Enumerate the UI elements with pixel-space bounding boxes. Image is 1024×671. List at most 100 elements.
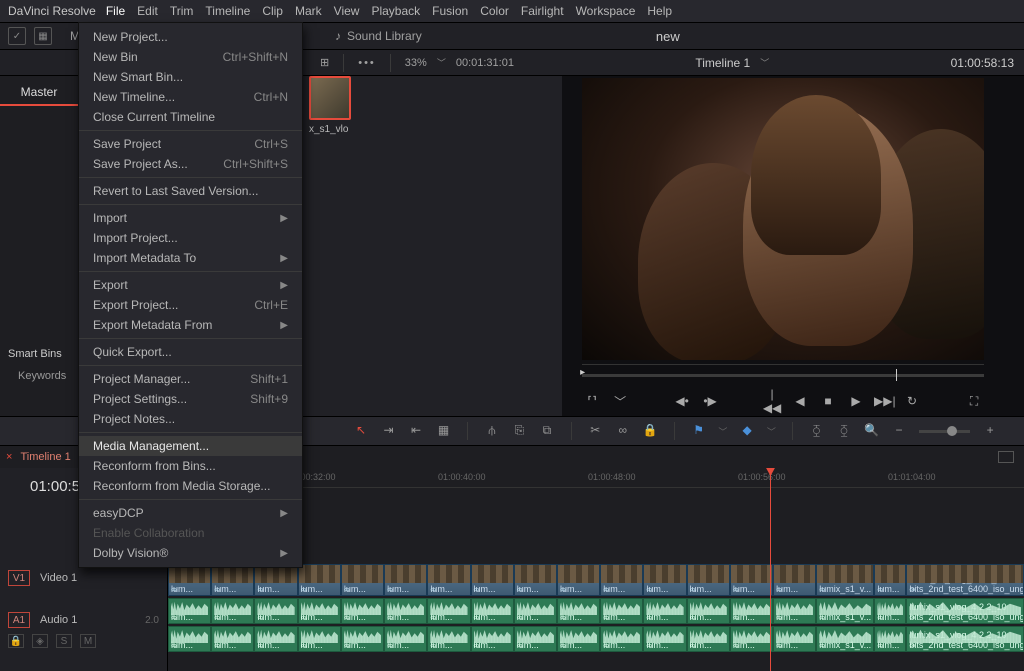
- track-eye-icon[interactable]: ◈: [32, 634, 48, 648]
- flag-icon[interactable]: ⚑: [691, 423, 707, 439]
- audio-track-header[interactable]: A1 Audio 1 2.0: [0, 606, 167, 634]
- audio-clip[interactable]: ∞ lum...: [211, 626, 254, 652]
- chevron-down-icon[interactable]: ﹀: [767, 425, 776, 438]
- clip-thumbnail[interactable]: [309, 76, 351, 120]
- menu-edit[interactable]: Edit: [137, 4, 158, 18]
- search-icon[interactable]: 🔍: [864, 423, 880, 439]
- menu-item-easydcp[interactable]: easyDCP▶: [79, 503, 302, 523]
- menu-item-export[interactable]: Export▶: [79, 275, 302, 295]
- menu-item-close-current-timeline[interactable]: Close Current Timeline: [79, 107, 302, 127]
- video-clip[interactable]: ∞ lum...: [168, 564, 211, 596]
- media-pool-icon[interactable]: ▦: [34, 27, 52, 45]
- menu-trim[interactable]: Trim: [170, 4, 194, 18]
- menu-item-new-timeline[interactable]: New Timeline...Ctrl+N: [79, 87, 302, 107]
- media-pool-content[interactable]: x_s1_vlo: [303, 76, 562, 416]
- audio-clip[interactable]: ∞ lum...: [643, 598, 686, 624]
- menu-item-export-project[interactable]: Export Project...Ctrl+E: [79, 295, 302, 315]
- loop-button[interactable]: ↻: [902, 394, 922, 408]
- audio-clip[interactable]: ∞ lumix_s1_v...: [816, 626, 874, 652]
- audio-clip[interactable]: ∞ lum...: [211, 598, 254, 624]
- viewer-image[interactable]: [582, 78, 984, 360]
- video-clip[interactable]: ∞ lum...: [557, 564, 600, 596]
- audio-clip[interactable]: ∞ lum...: [687, 626, 730, 652]
- audio-clip[interactable]: ∞ lum...: [557, 598, 600, 624]
- razor-tool-icon[interactable]: ✂: [588, 423, 604, 439]
- menu-item-dolby-vision[interactable]: Dolby Vision®▶: [79, 543, 302, 563]
- snap2-icon[interactable]: ⧲: [836, 423, 852, 439]
- menu-item-media-management[interactable]: Media Management...: [79, 436, 302, 456]
- play-button[interactable]: ▶: [846, 394, 866, 408]
- menu-item-revert-to-last-saved-version[interactable]: Revert to Last Saved Version...: [79, 181, 302, 201]
- video-clip[interactable]: ∞ lum...: [514, 564, 557, 596]
- video-clip[interactable]: ∞ lum...: [298, 564, 341, 596]
- video-clip[interactable]: ∞ lum...: [384, 564, 427, 596]
- audio-clip[interactable]: ∞ lum...: [874, 626, 906, 652]
- video-clip[interactable]: ∞ lum...: [600, 564, 643, 596]
- menu-mark[interactable]: Mark: [295, 4, 322, 18]
- match-frame-icon[interactable]: ⸢⸣: [582, 394, 602, 408]
- viewer-zoom[interactable]: 33%: [405, 57, 427, 69]
- marker-icon[interactable]: ◆: [739, 423, 755, 439]
- v1-source-tag[interactable]: V1: [8, 570, 30, 586]
- audio-clip[interactable]: ∞ lum...: [730, 626, 773, 652]
- track-lock-icon[interactable]: 🔒: [8, 634, 24, 648]
- viewer-scrubber[interactable]: ▸: [582, 364, 984, 386]
- viewer-options-icon[interactable]: •••: [358, 57, 376, 69]
- zoom-slider[interactable]: [919, 430, 971, 433]
- insert-tool-icon[interactable]: ⇥: [381, 423, 397, 439]
- viewer-timeline-name[interactable]: Timeline 1: [695, 56, 750, 70]
- audio-clip[interactable]: ∞ lum...: [773, 598, 816, 624]
- selection-tool[interactable]: ↖: [353, 423, 369, 439]
- audio-clip[interactable]: ∞ lum...: [471, 626, 514, 652]
- audio-clip[interactable]: ∞ lum...: [384, 626, 427, 652]
- menu-item-save-project[interactable]: Save ProjectCtrl+S: [79, 134, 302, 154]
- menu-item-quick-export[interactable]: Quick Export...: [79, 342, 302, 362]
- video-clip[interactable]: ∞ lum...: [211, 564, 254, 596]
- menu-fairlight[interactable]: Fairlight: [521, 4, 564, 18]
- menu-item-new-bin[interactable]: New BinCtrl+Shift+N: [79, 47, 302, 67]
- audio-clip[interactable]: ∞ lum...: [687, 598, 730, 624]
- audio-clip[interactable]: ∞ lum...: [874, 598, 906, 624]
- audio-clip[interactable]: ∞ lum...: [254, 626, 297, 652]
- menu-item-project-manager[interactable]: Project Manager...Shift+1: [79, 369, 302, 389]
- zoom-in-button[interactable]: +: [982, 423, 998, 439]
- audio-clip[interactable]: ∞ lumix_s1_vlog_4 2 2_10 bits_2nd_test_6…: [906, 598, 1024, 624]
- lock-icon[interactable]: 🔒: [643, 423, 659, 439]
- keywords-bin[interactable]: Keywords: [0, 366, 78, 386]
- menu-item-import[interactable]: Import▶: [79, 208, 302, 228]
- video-clip[interactable]: ∞ lum...: [730, 564, 773, 596]
- menu-clip[interactable]: Clip: [262, 4, 283, 18]
- link-tool-icon[interactable]: ∞: [615, 423, 631, 439]
- menu-item-export-metadata-from[interactable]: Export Metadata From▶: [79, 315, 302, 335]
- audio-clip[interactable]: ∞ lum...: [471, 598, 514, 624]
- close-timeline-button[interactable]: ×: [6, 451, 12, 463]
- video-clip[interactable]: ∞ lum...: [687, 564, 730, 596]
- menu-playback[interactable]: Playback: [371, 4, 420, 18]
- audio-clip[interactable]: ∞ lumix_s1_vlog_4 2 2_10 bits_2nd_test_6…: [906, 626, 1024, 652]
- sound-library-tab[interactable]: ♪ Sound Library: [325, 22, 432, 50]
- audio-clip[interactable]: ∞ lum...: [341, 598, 384, 624]
- last-frame-button[interactable]: ▶▶|: [874, 394, 894, 408]
- audio-clip[interactable]: ∞ lum...: [557, 626, 600, 652]
- solo-button[interactable]: S: [56, 634, 72, 648]
- menu-item-new-project[interactable]: New Project...: [79, 27, 302, 47]
- append-tool-icon[interactable]: ⫛: [484, 423, 500, 439]
- video-track-header[interactable]: V1 Video 1: [0, 564, 167, 592]
- menu-file[interactable]: File: [106, 4, 125, 18]
- audio-clip[interactable]: ∞ lum...: [298, 598, 341, 624]
- audio-clip[interactable]: ∞ lum...: [514, 626, 557, 652]
- audio-clip[interactable]: ∞ lum...: [643, 626, 686, 652]
- menu-view[interactable]: View: [334, 4, 360, 18]
- mute-button[interactable]: M: [80, 634, 96, 648]
- replace-tool-icon[interactable]: ▦: [436, 423, 452, 439]
- chevron-down-icon[interactable]: ﹀: [718, 425, 727, 438]
- audio-clip[interactable]: ∞ lum...: [168, 598, 211, 624]
- fit-tool-icon[interactable]: ⧉: [539, 423, 555, 439]
- audio-clip[interactable]: ∞ lum...: [384, 598, 427, 624]
- first-frame-button[interactable]: |◀◀: [762, 387, 782, 415]
- overwrite-tool-icon[interactable]: ⇤: [408, 423, 424, 439]
- toggle-button[interactable]: ✓: [8, 27, 26, 45]
- timeline-view-icon[interactable]: [998, 451, 1014, 463]
- video-clip[interactable]: ∞ lumix_s1_vlog_4 2 2_10 bits_2nd_test_6…: [906, 564, 1024, 596]
- audio-clip[interactable]: ∞ lum...: [600, 626, 643, 652]
